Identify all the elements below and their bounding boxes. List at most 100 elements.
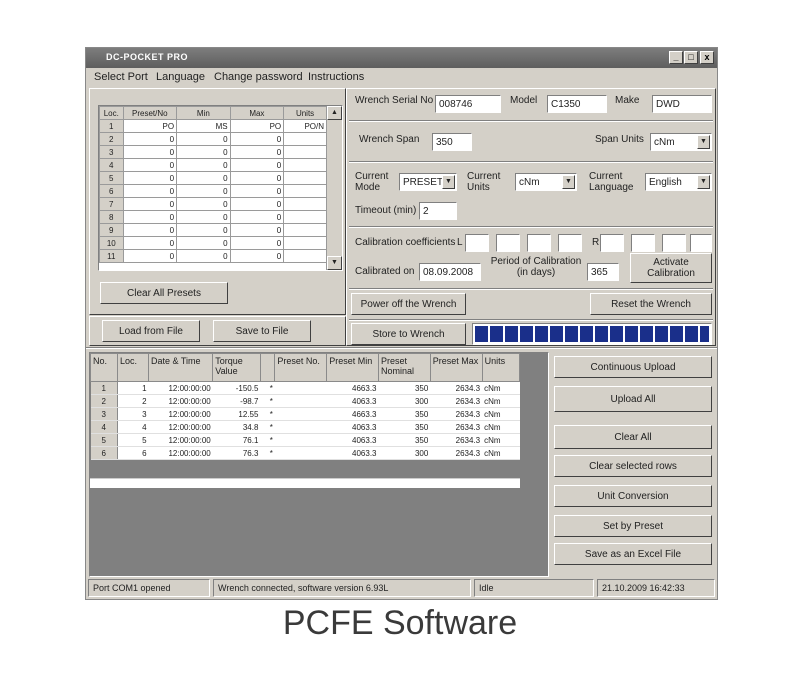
close-button[interactable]: x [700,51,714,64]
history-col-loc[interactable]: Loc. [116,353,150,382]
presets-col-min[interactable]: Min [176,106,231,120]
history-cell-dt[interactable]: 12:00:00:00 [148,433,213,447]
mode-select[interactable]: PRESET ▼ [399,173,457,191]
preset-cell-n[interactable]: 4 [99,158,124,172]
table-row[interactable]: 1 PO MS PO PO/N [99,119,327,133]
history-cell-f[interactable]: * [260,446,275,460]
preset-cell-n[interactable]: 11 [99,249,124,263]
preset-cell-c[interactable]: 0 [229,236,285,250]
preset-cell-a[interactable]: 0 [122,236,178,250]
history-cell-pnom[interactable]: 350 [378,381,431,395]
history-col-preset-max[interactable]: Preset Max [429,353,483,382]
history-cell-u[interactable]: cNm [482,394,520,408]
history-col-units[interactable]: Units [481,353,521,382]
preset-cell-a[interactable]: 0 [122,184,178,198]
history-col-datetime[interactable]: Date & Time [148,353,214,382]
set-by-preset-button[interactable]: Set by Preset [554,515,712,537]
preset-cell-n[interactable]: 8 [99,210,124,224]
history-cell-loc[interactable]: 1 [117,381,149,395]
history-cell-no[interactable]: 3 [90,407,118,421]
timeout-field[interactable]: 2 [419,202,457,220]
make-field[interactable]: DWD [652,95,712,113]
preset-cell-d[interactable] [283,184,327,198]
history-cell-pnom[interactable]: 350 [378,433,431,447]
units-select[interactable]: cNm ▼ [515,173,577,191]
language-select[interactable]: English ▼ [645,173,712,191]
preset-cell-c[interactable]: 0 [229,249,285,263]
preset-cell-d[interactable] [283,223,327,237]
preset-cell-a[interactable]: 0 [122,171,178,185]
save-to-file-button[interactable]: Save to File [213,320,311,342]
history-cell-no[interactable]: 1 [90,381,118,395]
history-cell-loc[interactable]: 2 [117,394,149,408]
serial-field[interactable]: 008746 [435,95,501,113]
period-field[interactable]: 365 [587,263,619,281]
preset-cell-a[interactable]: 0 [122,197,178,211]
history-cell-pmin[interactable]: 4063.3 [326,446,379,460]
history-cell-dt[interactable]: 12:00:00:00 [148,420,213,434]
preset-cell-n[interactable]: 3 [99,145,124,159]
history-cell-pmax[interactable]: 2634.3 [430,381,483,395]
span-units-select[interactable]: cNm ▼ [650,133,712,151]
clear-selected-rows-button[interactable]: Clear selected rows [554,455,712,477]
span-field[interactable]: 350 [432,133,472,151]
activate-calibration-button[interactable]: Activate Calibration [630,253,712,283]
history-cell-pmax[interactable]: 2634.3 [430,433,483,447]
history-cell-pmin[interactable]: 4663.3 [326,407,379,421]
preset-cell-c[interactable]: 0 [229,210,285,224]
table-row[interactable]: 5000 [99,171,327,185]
preset-cell-b[interactable]: 0 [176,249,231,263]
table-row[interactable]: 6 6 12:00:00:00 76.3 * 4063.3 300 2634.3 cNm [90,446,520,460]
splitter[interactable] [86,347,717,349]
clear-all-presets-button[interactable]: Clear All Presets [100,282,228,304]
history-cell-f[interactable]: * [260,394,275,408]
calib-l4-field[interactable] [558,234,582,252]
presets-col-loc[interactable]: Loc. [99,106,124,120]
preset-cell-d[interactable] [283,145,327,159]
preset-cell-n[interactable]: 5 [99,171,124,185]
history-cell-tv[interactable]: 76.3 [212,446,261,460]
preset-cell-a[interactable]: 0 [122,223,178,237]
calib-l2-field[interactable] [496,234,520,252]
preset-cell-d[interactable] [283,249,327,263]
history-cell-no[interactable]: 2 [90,394,118,408]
preset-cell-b[interactable]: 0 [176,197,231,211]
history-cell-pmax[interactable]: 2634.3 [430,394,483,408]
save-as-excel-button[interactable]: Save as an Excel File [554,543,712,565]
preset-cell-c[interactable]: 0 [229,132,285,146]
power-off-button[interactable]: Power off the Wrench [351,293,466,315]
history-col-preset-no[interactable]: Preset No. [274,353,328,382]
history-cell-f[interactable]: * [260,407,275,421]
history-cell-pmax[interactable]: 2634.3 [430,446,483,460]
history-col-torque[interactable]: Torque Value [212,353,261,382]
table-row[interactable]: 2000 [99,132,327,146]
history-cell-pmin[interactable]: 4063.3 [326,433,379,447]
history-cell-tv[interactable]: 12.55 [212,407,261,421]
preset-cell-b[interactable]: 0 [176,145,231,159]
table-row[interactable]: 11 0 0 0 [99,249,327,263]
preset-cell-a[interactable]: 0 [122,249,178,263]
preset-cell-d[interactable]: PO/N [283,119,327,133]
history-cell-u[interactable]: cNm [482,446,520,460]
preset-cell-b[interactable]: 0 [176,184,231,198]
preset-cell-a[interactable]: PO [122,119,178,133]
table-row[interactable]: 4000 [99,158,327,172]
preset-cell-b[interactable]: 0 [176,236,231,250]
table-row[interactable]: 6000 [99,184,327,198]
scroll-up-arrow-icon[interactable]: ▲ [327,106,342,120]
history-cell-pnom[interactable]: 350 [378,407,431,421]
preset-cell-b[interactable]: 0 [176,171,231,185]
history-cell-pmax[interactable]: 2634.3 [430,420,483,434]
history-cell-pn[interactable] [274,446,327,460]
history-cell-tv[interactable]: 34.8 [212,420,261,434]
load-from-file-button[interactable]: Load from File [102,320,200,342]
continuous-upload-button[interactable]: Continuous Upload [554,356,712,378]
presets-col-max[interactable]: Max [229,106,285,120]
preset-cell-n[interactable]: 10 [99,236,124,250]
menu-select-port[interactable]: Select Port [94,71,148,83]
preset-cell-b[interactable]: 0 [176,223,231,237]
calib-r3-field[interactable] [662,234,686,252]
presets-col-units[interactable]: Units [283,106,327,120]
table-row[interactable]: 5 5 12:00:00:00 76.1 * 4063.3 350 2634.3 cNm [90,433,520,447]
preset-cell-c[interactable]: 0 [229,197,285,211]
